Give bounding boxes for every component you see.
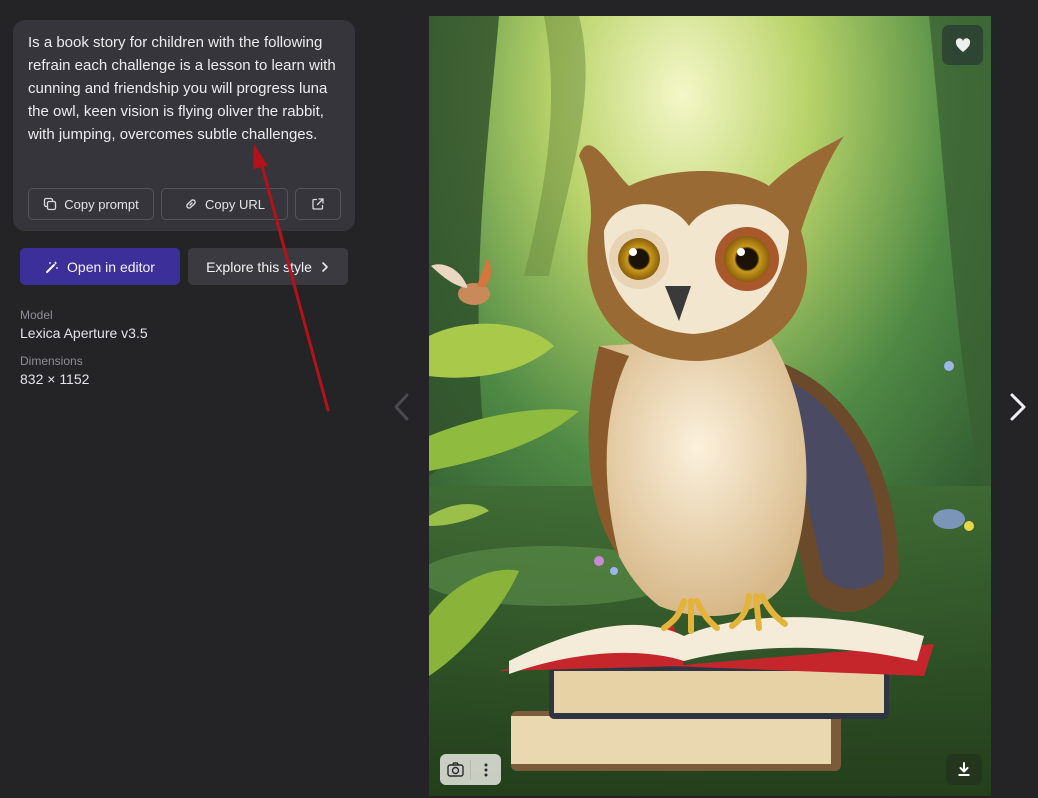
lexica-image-detail: Is a book story for children with the fo… <box>0 0 1038 798</box>
copy-icon <box>44 197 57 211</box>
search-by-image-button[interactable] <box>440 754 470 785</box>
model-value: Lexica Aperture v3.5 <box>20 325 148 341</box>
heart-icon <box>955 37 970 52</box>
external-link-icon <box>312 198 324 210</box>
copy-prompt-button[interactable]: Copy prompt <box>28 188 154 220</box>
model-label: Model <box>20 308 53 322</box>
copy-url-label: Copy URL <box>205 196 265 212</box>
explore-style-label: Explore this style <box>206 258 312 275</box>
previous-image-button[interactable] <box>392 392 412 427</box>
chevron-right-icon <box>322 261 328 272</box>
more-options-button[interactable] <box>471 754 501 785</box>
chevron-right-icon <box>1010 393 1026 421</box>
explore-style-button[interactable]: Explore this style <box>188 248 348 285</box>
open-in-editor-button[interactable]: Open in editor <box>20 248 180 285</box>
camera-search-icon <box>446 762 464 777</box>
open-in-editor-label: Open in editor <box>67 258 155 275</box>
dimensions-value: 832 × 1152 <box>20 371 90 387</box>
copy-prompt-label: Copy prompt <box>64 196 139 212</box>
owl-illustration <box>429 16 991 796</box>
download-icon <box>958 762 970 776</box>
more-vertical-icon <box>484 763 488 776</box>
download-button[interactable] <box>946 754 982 785</box>
magic-wand-icon <box>46 260 58 273</box>
next-image-button[interactable] <box>1007 392 1029 427</box>
dimensions-label: Dimensions <box>20 354 83 368</box>
link-icon <box>186 199 196 209</box>
generated-image[interactable] <box>429 16 991 796</box>
prompt-card: Is a book story for children with the fo… <box>13 20 355 231</box>
copy-url-button[interactable]: Copy URL <box>161 188 288 220</box>
image-tools <box>440 754 501 785</box>
chevron-left-icon <box>394 393 409 421</box>
prompt-text: Is a book story for children with the fo… <box>28 34 336 143</box>
open-external-button[interactable] <box>295 188 341 220</box>
favorite-button[interactable] <box>942 25 983 65</box>
